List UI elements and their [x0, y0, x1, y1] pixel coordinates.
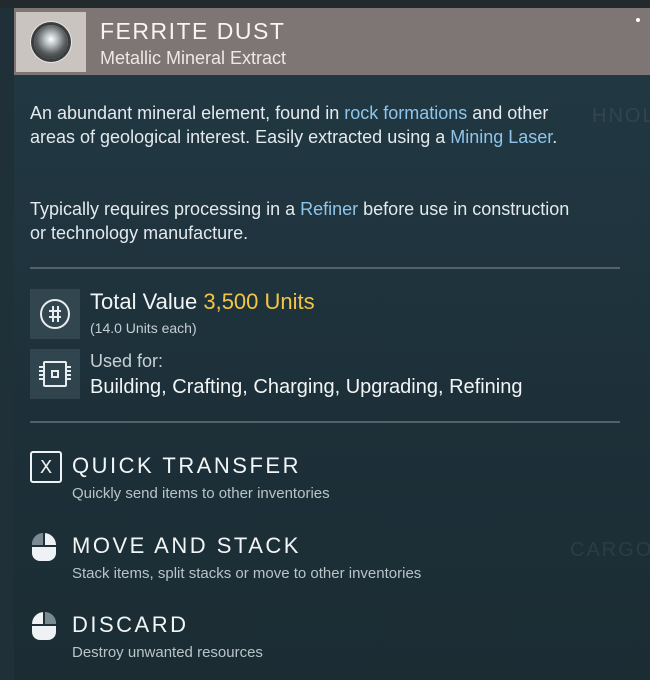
- total-value-label: Total Value: [90, 289, 198, 314]
- chip-icon: [39, 361, 71, 387]
- unit-price: (14.0 Units each): [90, 320, 197, 336]
- used-for-label: Used for:: [90, 351, 164, 371]
- description-text: An abundant mineral element, found in: [30, 103, 345, 123]
- term-rock-formations[interactable]: rock formations: [344, 103, 467, 123]
- quick-transfer-action[interactable]: X QUICK TRANSFER Quickly send items to o…: [30, 451, 630, 503]
- indicator-dot: [636, 18, 640, 22]
- background-label: HNOL: [592, 105, 650, 127]
- term-refiner[interactable]: Refiner: [300, 199, 358, 219]
- description-text: Typically requires processing in a: [30, 199, 301, 219]
- action-hint: Quickly send items to other inventories: [72, 485, 330, 502]
- item-header: FERRITE DUST Metallic Mineral Extract: [14, 8, 650, 75]
- action-hint: Stack items, split stacks or move to oth…: [72, 565, 422, 582]
- top-bar: [0, 0, 650, 8]
- action-label: QUICK TRANSFER: [72, 453, 301, 478]
- term-mining-laser[interactable]: Mining Laser: [450, 127, 552, 147]
- units-icon: [40, 299, 70, 329]
- item-icon-frame: [16, 12, 86, 72]
- value-icon-box: [30, 289, 80, 339]
- description-paragraph: Typically requires processing in a Refin…: [30, 197, 590, 245]
- x-key-icon: X: [30, 451, 62, 483]
- discard-action[interactable]: DISCARD Destroy unwanted resources: [30, 610, 630, 662]
- mouse-left-click-icon: [30, 531, 62, 563]
- ferrite-orb-icon: [34, 25, 68, 59]
- mouse-right-click-icon: [30, 610, 62, 642]
- total-value: Total Value 3,500 Units: [90, 289, 315, 315]
- divider: [30, 421, 620, 423]
- action-hint: Destroy unwanted resources: [72, 644, 263, 661]
- divider: [30, 267, 620, 269]
- used-for-list: Building, Crafting, Charging, Upgrading,…: [90, 376, 523, 398]
- usage-icon-box: [30, 349, 80, 399]
- description-paragraph: An abundant mineral element, found in ro…: [30, 101, 590, 149]
- move-and-stack-action[interactable]: MOVE AND STACK Stack items, split stacks…: [30, 531, 630, 583]
- total-value-amount: 3,500 Units: [203, 289, 315, 314]
- item-title: FERRITE DUST: [100, 18, 286, 44]
- action-label: MOVE AND STACK: [72, 533, 301, 558]
- action-label: DISCARD: [72, 612, 189, 637]
- item-subtitle: Metallic Mineral Extract: [100, 48, 287, 68]
- description-text: .: [552, 127, 558, 147]
